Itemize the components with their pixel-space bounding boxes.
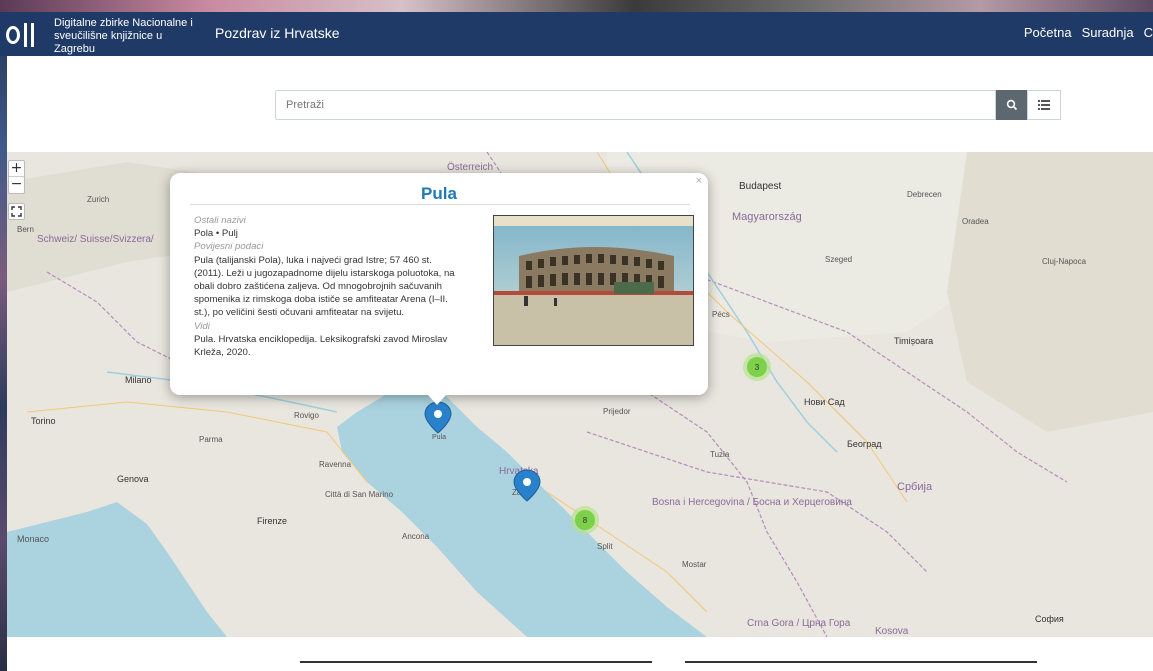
popup-divider [190,204,690,205]
background-photo-edge [0,12,7,671]
map-label-monaco: Monaco [17,534,49,544]
cluster-dalmatia[interactable]: 8 [571,506,599,534]
list-view-button[interactable] [1027,90,1061,120]
map-label-crna-gora: Crna Gora / Црна Гора [747,618,851,629]
app-title[interactable]: Pozdrav iz Hrvatske [215,25,339,41]
map-label-split: Split [597,542,613,551]
map-label-ravenna: Ravenna [319,460,352,469]
history-label: Povijesni podaci [194,241,264,253]
top-navbar: Digitalne zbirke Nacionalne i sveučilišn… [0,12,1153,56]
map-label-debrecen: Debrecen [907,190,942,199]
see-also-text[interactable]: Pula. Hrvatska enciklopedija. Leksikogra… [194,333,464,359]
map-label-zurich: Zurich [87,195,109,204]
fullscreen-button[interactable] [8,203,25,220]
popup-title: Pula [421,184,457,203]
map-label-schweiz: Schweiz/ Suisse/Svizzera/ [37,234,154,245]
search-icon [1006,99,1017,111]
nsk-logo-icon[interactable] [6,23,44,51]
map-label-oradea: Oradea [962,217,989,226]
nav-link-suradnja[interactable]: Suradnja [1082,25,1134,40]
map-label-rovigo: Rovigo [294,411,319,420]
nav-link-more[interactable]: C [1144,25,1153,40]
map-label-srbija: Србија [897,481,933,493]
search-button[interactable] [996,90,1027,120]
postcard-image[interactable] [493,215,694,346]
cluster-count-vojvodina: 3 [755,363,760,372]
history-text: Pula (talijanski Pola), luka i najveći g… [194,254,455,319]
map-label-bih: Bosna i Hercegovina / Босна и Херцеговин… [652,497,852,508]
see-also-label: Vidi [194,320,210,332]
map-label-milano: Milano [125,375,152,385]
popup-pointer [428,395,446,405]
other-names-label: Ostali nazivi [194,215,246,226]
zoom-in-button[interactable]: + [9,161,24,177]
search-input[interactable] [275,90,996,120]
map-label-prijedor: Prijedor [603,407,631,416]
map-label-sofia: София [1035,614,1064,624]
list-icon [1038,100,1050,110]
footer-divider-left [300,661,652,663]
map-label-torino: Torino [31,416,56,426]
map-label-mostar: Mostar [682,560,707,569]
brand-text[interactable]: Digitalne zbirke Nacionalne i sveučilišn… [54,17,204,56]
zoom-control: + − [8,160,25,194]
nav-links: Početna Suradnja C [1014,25,1153,40]
arena-postcard-illustration [494,216,693,345]
other-names-value: Pola • Pulj [194,228,238,240]
map-label-bern: Bern [17,225,34,234]
page: Digitalne zbirke Nacionalne i sveučilišn… [0,0,1153,671]
map-label-osterreich: Österreich [447,161,493,173]
marker-pula-label: Pula [432,434,446,441]
map-label-genova: Genova [117,474,149,484]
map-label-kosovo: Kosova [875,626,909,637]
map-label-parma: Parma [199,435,223,444]
place-popup: × Pula Ostali nazivi Pola • Pulj Povijes… [170,173,708,395]
nav-link-pocetna[interactable]: Početna [1024,25,1072,40]
brand-line-2: sveučilišne knjižnice u Zagrebu [54,30,163,55]
fullscreen-icon [11,206,22,217]
map-label-novi-sad: Нови Сад [804,397,845,407]
search-bar [275,90,1061,120]
background-photo-strip [0,0,1153,12]
map-label-timisoara: Timișoara [894,336,933,346]
map-label-szeged: Szeged [825,255,852,264]
cluster-count-dalmatia: 8 [583,516,588,525]
map-label-budapest: Budapest [739,181,781,192]
zoom-out-button[interactable]: − [9,177,24,193]
popup-body: Ostali nazivi Pola • Pulj Povijesni poda… [194,214,464,359]
map-label-ancona: Ancona [402,532,430,541]
map-label-cluj: Cluj-Napoca [1042,257,1087,266]
map-label-magyarorszag: Magyarország [732,211,802,223]
footer-divider-right [685,661,1037,663]
map-label-firenze: Firenze [257,516,287,526]
brand-line-1: Digitalne zbirke Nacionalne i [54,17,193,29]
map-label-pecs: Pécs [712,310,730,319]
map-label-tuzla: Tuzla [710,450,730,459]
map-label-citta: Città di San Marino [325,490,394,499]
cluster-vojvodina[interactable]: 3 [743,353,771,381]
map-label-beograd: Београд [847,439,882,449]
